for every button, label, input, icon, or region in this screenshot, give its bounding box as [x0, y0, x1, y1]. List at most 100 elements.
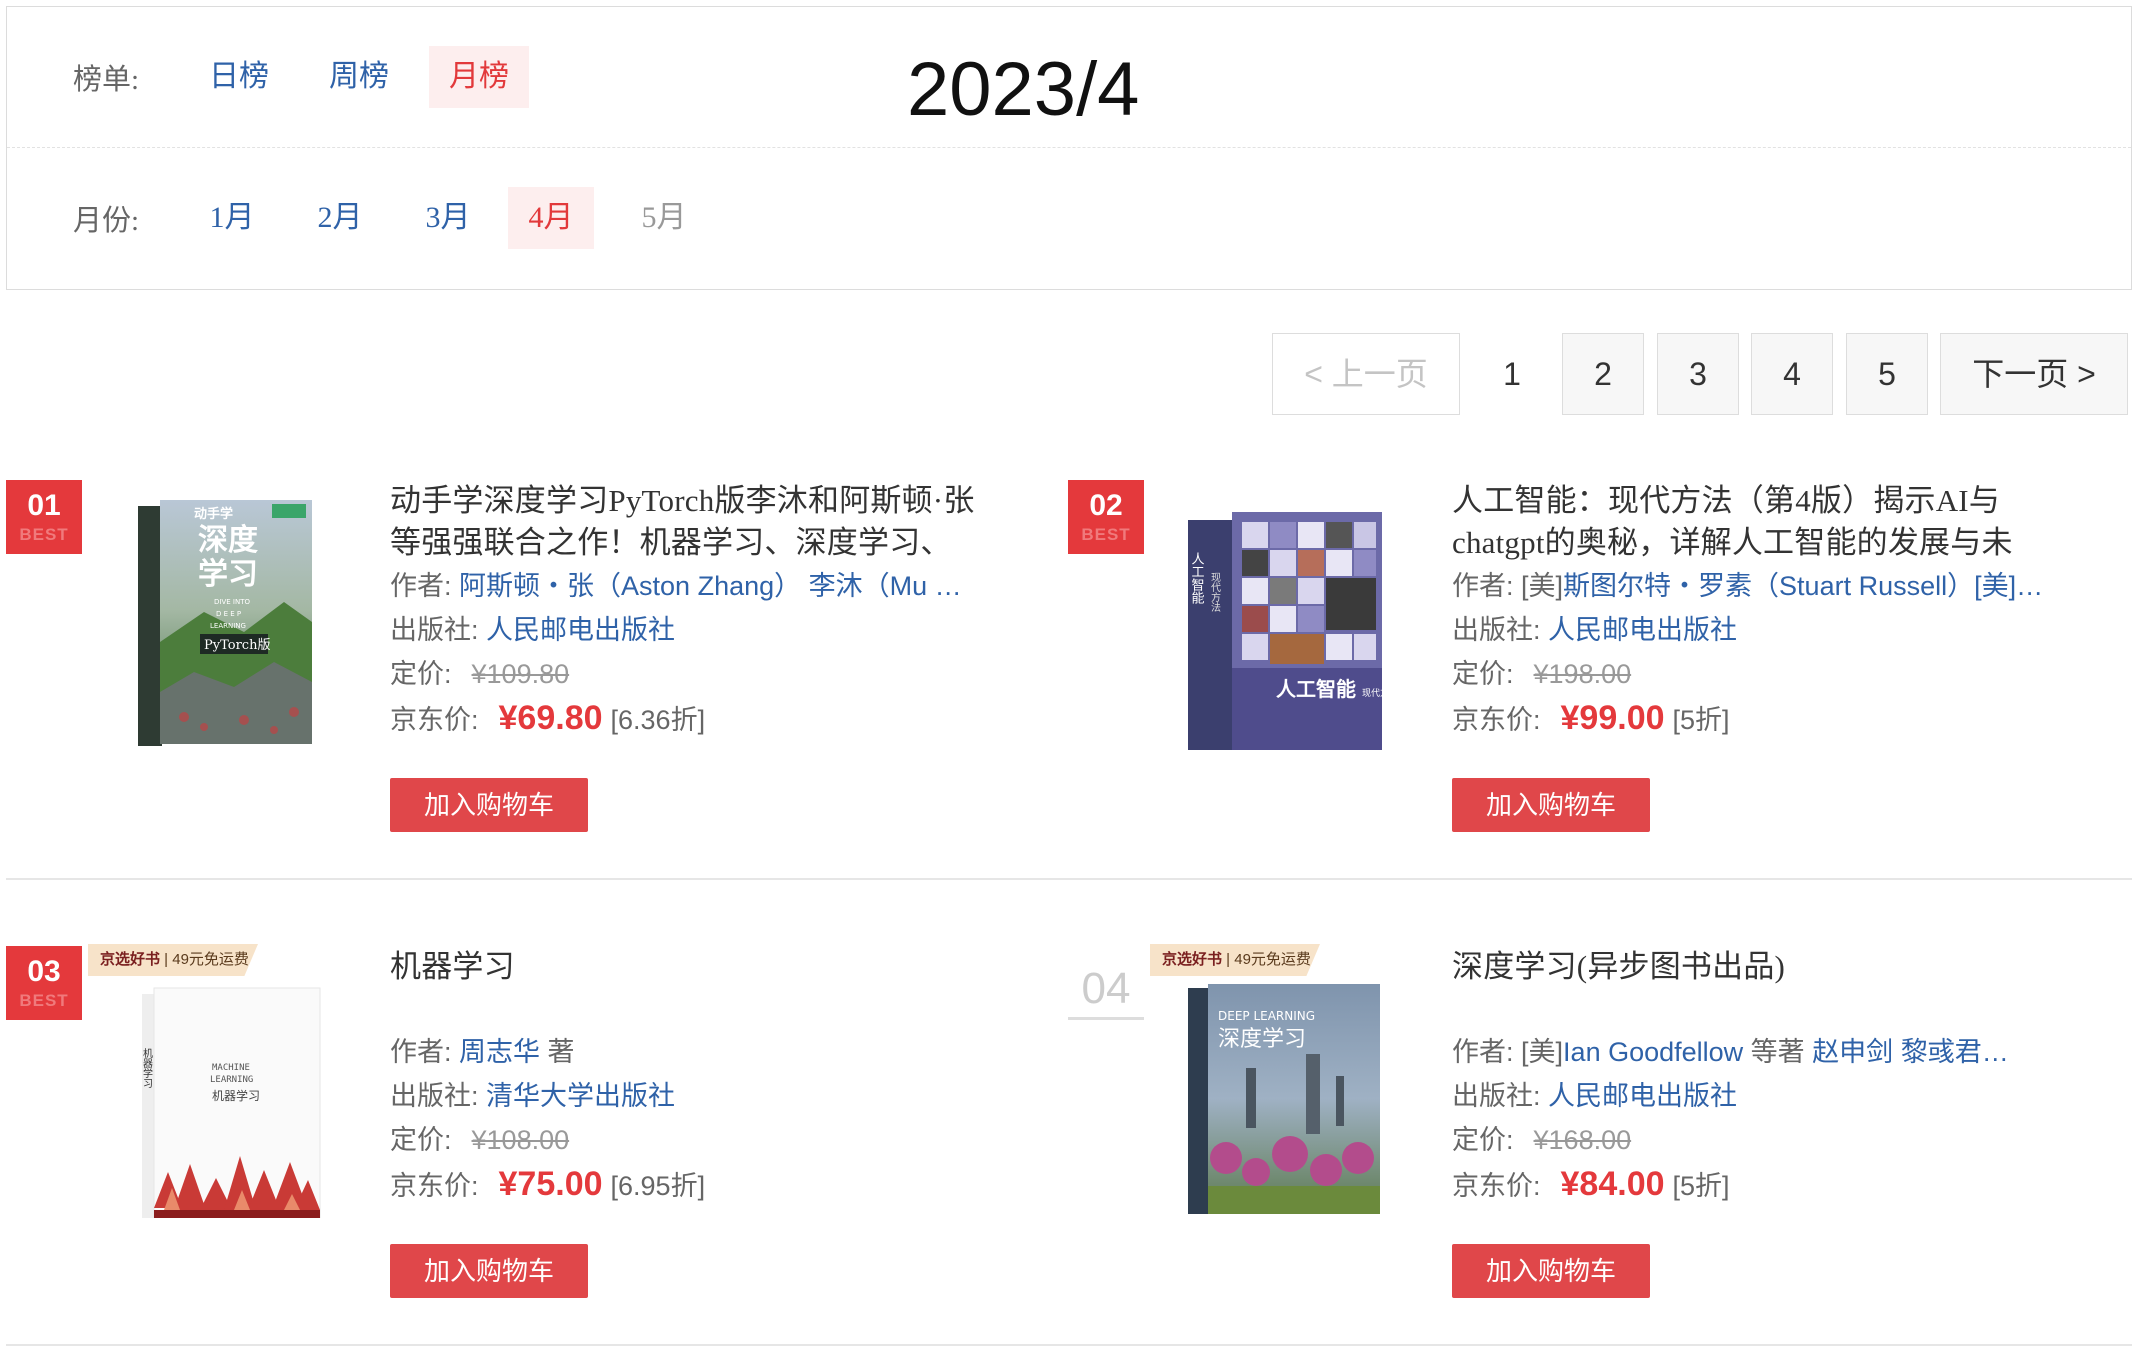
month-jan[interactable]: 1月: [189, 187, 275, 249]
list-price-value: ¥198.00: [1533, 659, 1632, 689]
rank-badge: 02 BEST: [1068, 480, 1144, 554]
author-link[interactable]: Ian Goodfellow: [1563, 1037, 1743, 1067]
list-price-value: ¥108.00: [471, 1125, 570, 1155]
book-cover-dive-into-deep-learning-icon: 动手学 深度 学习 DIVE INTO D E E P LEARNING PyT…: [138, 500, 312, 746]
best-label: BEST: [19, 991, 69, 1010]
jd-price-value: ¥75.00: [498, 1165, 603, 1203]
jd-price-value: ¥84.00: [1560, 1165, 1665, 1203]
tab-monthly[interactable]: 月榜: [429, 46, 529, 108]
jd-price-label: 京东价:: [1452, 1171, 1541, 1201]
add-to-cart-button[interactable]: 加入购物车: [1452, 778, 1650, 832]
author-suffix: 著: [540, 1037, 575, 1067]
author-label: 作者:: [1452, 571, 1514, 601]
product-item: 01 BEST 动手学 深度 学习 DIVE INTO D E E P LEAR…: [6, 480, 1046, 860]
list-price-value: ¥168.00: [1533, 1125, 1632, 1155]
jd-price-label: 京东价:: [1452, 705, 1541, 735]
book-cover-deep-learning-icon: DEEP LEARNING 深度学习: [1188, 984, 1380, 1214]
jd-price-label: 京东价:: [390, 705, 479, 735]
svg-text:PyTorch版: PyTorch版: [204, 638, 270, 653]
publisher-link[interactable]: 人民邮电出版社: [486, 615, 675, 645]
product-title[interactable]: 人工智能：现代方法（第4版）揭示AI与chatgpt的奥秘，详解人工智能的发展与…: [1452, 480, 2062, 564]
page-5[interactable]: 5: [1846, 333, 1928, 415]
publisher-link[interactable]: 人民邮电出版社: [1548, 615, 1737, 645]
svg-text:机器学习: 机器学习: [141, 1047, 153, 1089]
list-price-line: 定价: ¥109.80: [390, 652, 1000, 696]
publisher-line: 出版社: 人民邮电出版社: [1452, 1074, 2062, 1118]
page-1: 1: [1472, 333, 1552, 415]
publisher-label: 出版社:: [390, 615, 479, 645]
month-mar[interactable]: 3月: [405, 187, 491, 249]
author-link[interactable]: 阿斯顿・张（Aston Zhang） 李沐（Mu …: [459, 571, 962, 601]
best-label: BEST: [19, 525, 69, 544]
svg-text:LEARNING: LEARNING: [210, 622, 246, 630]
publisher-label: 出版社:: [1452, 615, 1541, 645]
month-feb[interactable]: 2月: [297, 187, 383, 249]
publisher-label: 出版社:: [1452, 1081, 1541, 1111]
date-title: 2023/4: [907, 47, 1140, 132]
product-info: 机器学习 作者: 周志华 著 出版社: 清华大学出版社 定价: ¥108.00 京…: [390, 946, 1000, 1208]
jd-price-label: 京东价:: [390, 1171, 479, 1201]
svg-text:机器学习: 机器学习: [212, 1088, 260, 1103]
list-price-line: 定价: ¥108.00: [390, 1118, 1000, 1162]
product-title[interactable]: 机器学习: [390, 946, 1000, 1030]
svg-text:MACHINE: MACHINE: [212, 1063, 250, 1073]
book-cover[interactable]: DEEP LEARNING 深度学习: [1186, 958, 1386, 1218]
list-price-label: 定价:: [390, 659, 452, 689]
jd-price-line: 京东价: ¥99.00 [5折]: [1452, 696, 2062, 742]
month-row: 月份: 1月 2月 3月 4月 5月: [7, 148, 2131, 289]
discount-value: [6.95折]: [610, 1171, 706, 1201]
author-prefix: [美]: [1521, 571, 1564, 601]
add-to-cart-button[interactable]: 加入购物车: [390, 1244, 588, 1298]
author-label: 作者:: [1452, 1037, 1514, 1067]
svg-text:D E E P: D E E P: [216, 610, 241, 618]
tab-weekly[interactable]: 周榜: [309, 46, 409, 108]
ranking-filter-panel: 榜单: 日榜 周榜 月榜 2023/4 月份: 1月 2月 3月 4月 5月: [6, 6, 2132, 290]
svg-text:人工智能: 人工智能: [1189, 552, 1205, 604]
add-to-cart-button[interactable]: 加入购物车: [1452, 1244, 1650, 1298]
publisher-link[interactable]: 人民邮电出版社: [1548, 1081, 1737, 1111]
page-2[interactable]: 2: [1562, 333, 1644, 415]
svg-text:DIVE INTO: DIVE INTO: [214, 598, 250, 606]
rank-number: 04: [1081, 964, 1131, 1013]
book-cover[interactable]: 动手学 深度 学习 DIVE INTO D E E P LEARNING PyT…: [124, 492, 324, 752]
publisher-line: 出版社: 人民邮电出版社: [1452, 608, 2062, 652]
list-type-label: 榜单:: [73, 64, 140, 96]
page-4[interactable]: 4: [1751, 333, 1833, 415]
jd-price-line: 京东价: ¥75.00 [6.95折]: [390, 1162, 1000, 1208]
publisher-label: 出版社:: [390, 1081, 479, 1111]
list-price-label: 定价:: [1452, 1125, 1514, 1155]
product-title[interactable]: 深度学习(异步图书出品): [1452, 946, 2062, 1030]
month-apr[interactable]: 4月: [508, 187, 594, 249]
book-cover[interactable]: 机器学习 MACHINE LEARNING 机器学习: [124, 958, 324, 1219]
product-info: 人工智能：现代方法（第4版）揭示AI与chatgpt的奥秘，详解人工智能的发展与…: [1452, 480, 2062, 742]
best-label: BEST: [1081, 525, 1131, 544]
svg-text:现代方法: 现代方法: [1362, 687, 1386, 699]
book-cover-machine-learning-icon: 机器学习 MACHINE LEARNING 机器学习: [141, 987, 321, 1219]
add-to-cart-button[interactable]: 加入购物车: [390, 778, 588, 832]
list-price-label: 定价:: [390, 1125, 452, 1155]
pagination: < 上一页 1 2 3 4 5 下一页 >: [0, 333, 2138, 415]
list-type-row: 榜单: 日榜 周榜 月榜 2023/4: [7, 7, 2131, 148]
author-link[interactable]: 周志华: [459, 1037, 540, 1067]
page-3[interactable]: 3: [1657, 333, 1739, 415]
author-label: 作者:: [390, 571, 452, 601]
tab-daily[interactable]: 日榜: [189, 46, 289, 108]
svg-text:深度: 深度: [198, 523, 258, 558]
list-price-line: 定价: ¥198.00: [1452, 652, 2062, 696]
next-page-button[interactable]: 下一页 >: [1940, 333, 2128, 415]
rank-badge: 04: [1068, 946, 1144, 1020]
author-prefix: [美]: [1521, 1037, 1564, 1067]
discount-value: [5折]: [1672, 1171, 1730, 1201]
month-label: 月份:: [73, 205, 140, 237]
row-divider: [6, 878, 2132, 880]
publisher-line: 出版社: 人民邮电出版社: [390, 608, 1000, 652]
rank-number: 02: [1089, 489, 1123, 522]
product-title[interactable]: 动手学深度学习PyTorch版李沐和阿斯顿·张等强强联合之作！机器学习、深度学习…: [390, 480, 1000, 564]
translator-link[interactable]: 赵申剑 黎彧君…: [1812, 1037, 2009, 1067]
publisher-link[interactable]: 清华大学出版社: [486, 1081, 675, 1111]
discount-value: [5折]: [1672, 705, 1730, 735]
prev-page-button[interactable]: < 上一页: [1272, 333, 1460, 415]
list-price-line: 定价: ¥168.00: [1452, 1118, 2062, 1162]
author-link[interactable]: 斯图尔特・罗素（Stuart Russell）[美]…: [1563, 571, 2043, 601]
book-cover[interactable]: 人工智能 现代方法 人工智能 现代方法: [1186, 492, 1398, 752]
